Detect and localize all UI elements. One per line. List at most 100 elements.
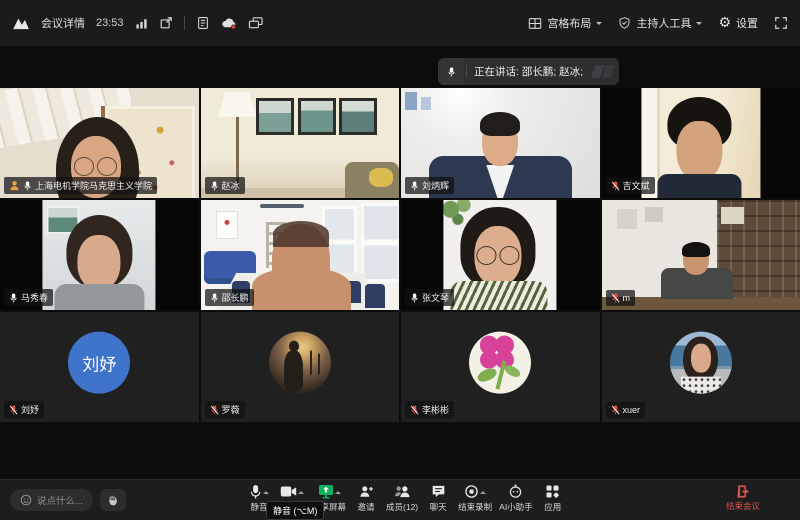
poster bbox=[617, 209, 637, 229]
name-label: 马秀春 bbox=[4, 289, 53, 306]
participant-tile[interactable]: 李彬彬 bbox=[401, 312, 600, 422]
name-label: 赵冰 bbox=[205, 177, 245, 194]
participant-name: 上海电机学院马克思主义学院 bbox=[35, 179, 152, 192]
topbar-divider bbox=[184, 16, 185, 30]
flower-leaf bbox=[503, 363, 522, 379]
mic-muted-icon bbox=[611, 180, 620, 192]
participant-tile[interactable]: 张文琴 bbox=[401, 200, 600, 310]
bottom-toolbar: 说点什么... 静音 视频 共享屏幕 邀请 bbox=[0, 479, 800, 520]
host-tools-button[interactable]: 主持人工具 bbox=[618, 15, 702, 31]
name-label: 罗薇 bbox=[205, 401, 245, 418]
name-label: m bbox=[606, 290, 636, 306]
participant-tile[interactable]: 马秀春 bbox=[0, 200, 199, 310]
participant-tile[interactable]: 赵冰 bbox=[201, 88, 400, 198]
open-in-window-icon[interactable] bbox=[159, 16, 173, 30]
camera-icon bbox=[280, 485, 297, 498]
video-stage: 正在讲话: 邵长鹏; 赵冰; 上海电机学院马克思主义学院 bbox=[0, 46, 800, 480]
glasses bbox=[74, 157, 94, 176]
avatar-photo bbox=[670, 332, 732, 394]
glasses bbox=[97, 157, 117, 176]
chevron-up-icon[interactable] bbox=[335, 488, 341, 494]
shield-icon bbox=[618, 16, 631, 30]
share-screen-icon bbox=[318, 484, 334, 499]
name-label: 吉文斌 bbox=[606, 177, 655, 194]
mic-muted-icon bbox=[611, 404, 620, 416]
fullscreen-icon[interactable] bbox=[774, 16, 788, 30]
chevron-up-icon[interactable] bbox=[263, 488, 269, 494]
mute-label: 静音 bbox=[250, 501, 267, 513]
ai-assistant-icon bbox=[508, 484, 523, 499]
glasses bbox=[499, 246, 519, 265]
participant-tile[interactable]: 吉文斌 bbox=[602, 88, 800, 198]
meeting-notes-icon[interactable] bbox=[196, 16, 210, 30]
ai-assistant-button[interactable]: AI小助手 bbox=[499, 483, 533, 513]
meeting-window: 会议详情 23:53 宫格布局 bbox=[0, 0, 800, 520]
grid-layout-icon bbox=[528, 17, 542, 30]
chat-label: 聊天 bbox=[430, 501, 447, 513]
participant-name: xuer bbox=[623, 405, 641, 415]
mic-muted-icon bbox=[210, 404, 219, 416]
reaction-button[interactable] bbox=[100, 489, 126, 511]
participant-name: 吉文斌 bbox=[623, 179, 650, 192]
mute-tooltip: 静音 (⌥M) bbox=[266, 501, 324, 520]
participant-name: 李彬彬 bbox=[422, 403, 449, 416]
participant-tile[interactable]: 刘炳辉 bbox=[401, 88, 600, 198]
person-face bbox=[691, 344, 711, 373]
apps-button[interactable]: 应用 bbox=[540, 483, 566, 513]
window bbox=[361, 203, 399, 282]
host-badge-icon bbox=[9, 180, 20, 191]
name-label: 张文琴 bbox=[405, 289, 454, 306]
active-speaker-banner: 正在讲话: 邵长鹏; 赵冰; bbox=[438, 58, 619, 85]
participant-name: 刘炳辉 bbox=[422, 179, 449, 192]
participant-grid: 上海电机学院马克思主义学院 赵冰 bbox=[0, 88, 800, 422]
stop-recording-button[interactable]: 结束录制 bbox=[458, 483, 492, 513]
mic-on-icon bbox=[210, 180, 219, 192]
meeting-details-button[interactable]: 会议详情 bbox=[41, 15, 85, 31]
mic-on-icon bbox=[210, 292, 219, 304]
apps-label: 应用 bbox=[544, 501, 561, 513]
invite-button[interactable]: 邀请 bbox=[353, 483, 379, 513]
person-body bbox=[658, 174, 741, 198]
members-button[interactable]: 成员(12) bbox=[386, 483, 418, 513]
mic-on-icon bbox=[410, 180, 419, 192]
mic-muted-icon bbox=[410, 404, 419, 416]
invite-label: 邀请 bbox=[358, 501, 375, 513]
meeting-timer: 23:53 bbox=[96, 17, 124, 29]
cloud-recording-icon[interactable] bbox=[221, 16, 237, 30]
stop-recording-label: 结束录制 bbox=[458, 501, 492, 513]
speaking-text: 正在讲话: 邵长鹏; 赵冰; bbox=[474, 64, 589, 79]
chevron-up-icon[interactable] bbox=[298, 488, 304, 494]
poster bbox=[645, 207, 663, 222]
wall-art bbox=[405, 92, 417, 110]
participant-tile[interactable]: 罗薇 bbox=[201, 312, 400, 422]
participant-tile[interactable]: xuer bbox=[602, 312, 800, 422]
chat-input[interactable]: 说点什么... bbox=[10, 489, 93, 511]
participant-name: 马秀春 bbox=[21, 291, 48, 304]
recording-icon bbox=[464, 484, 479, 499]
chevron-up-icon[interactable] bbox=[480, 488, 486, 494]
participant-tile[interactable]: 上海电机学院马克思主义学院 bbox=[0, 88, 199, 198]
network-signal-icon[interactable] bbox=[135, 17, 148, 30]
participant-tile[interactable]: 刘妤 刘妤 bbox=[0, 312, 199, 422]
chevron-down-icon bbox=[696, 22, 702, 28]
person-body bbox=[54, 284, 145, 310]
ceiling-vent bbox=[260, 204, 304, 208]
settings-button[interactable]: ⚙ 设置 bbox=[718, 15, 758, 31]
layout-selector-button[interactable]: 宫格布局 bbox=[528, 15, 602, 31]
layout-label: 宫格布局 bbox=[547, 15, 591, 31]
chat-button[interactable]: 聊天 bbox=[425, 483, 451, 513]
storage-box bbox=[721, 207, 745, 225]
participant-name: m bbox=[623, 293, 631, 303]
participant-name: 罗薇 bbox=[222, 403, 240, 416]
ai-assistant-label: AI小助手 bbox=[499, 501, 533, 513]
end-meeting-button[interactable]: 结束会议 bbox=[717, 484, 769, 512]
mic-on-icon bbox=[9, 292, 18, 304]
name-label: xuer bbox=[606, 402, 646, 418]
dual-screen-icon[interactable] bbox=[248, 16, 264, 30]
mic-muted-icon bbox=[611, 292, 620, 304]
end-meeting-label: 结束会议 bbox=[726, 500, 760, 512]
participant-tile[interactable]: m bbox=[602, 200, 800, 310]
chair bbox=[365, 284, 385, 308]
host-tools-label: 主持人工具 bbox=[636, 15, 691, 31]
participant-tile-active-speaker[interactable]: 邵长鹏 bbox=[201, 200, 400, 310]
